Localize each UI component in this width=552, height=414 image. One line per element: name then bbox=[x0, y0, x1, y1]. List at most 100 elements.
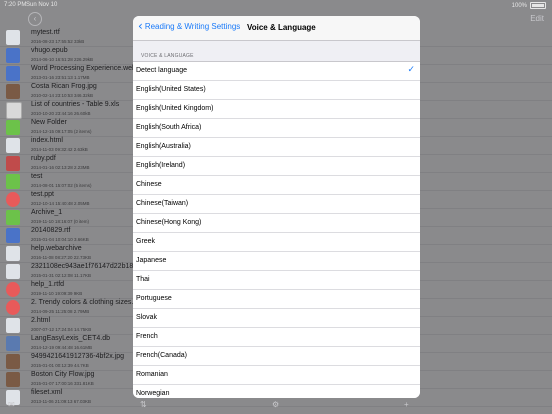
language-label: Thai bbox=[136, 276, 150, 283]
file-meta: 2014-01-16 02:13:28 2.23MB bbox=[31, 165, 90, 170]
language-label: Norwegian bbox=[136, 390, 170, 397]
language-label: French bbox=[136, 333, 158, 340]
language-label: Portuguese bbox=[136, 295, 172, 302]
language-option[interactable]: English(South Africa) bbox=[133, 119, 420, 138]
tools-icon[interactable]: ✉ bbox=[8, 400, 15, 409]
file-meta: 2014-09-25 11:25:08 2.79MB bbox=[31, 309, 90, 314]
language-label: English(United States) bbox=[136, 86, 206, 93]
section-header: VOICE & LANGUAGE bbox=[141, 53, 194, 59]
language-list: Detect language ✓ English(United States) En… bbox=[133, 61, 420, 398]
language-option[interactable]: Slovak bbox=[133, 309, 420, 328]
file-name: Archive_1 bbox=[31, 209, 63, 216]
file-name: vhugo.epub bbox=[31, 47, 68, 54]
file-name: index.html bbox=[31, 137, 63, 144]
file-generic-icon bbox=[6, 264, 20, 279]
file-name: New Folder bbox=[31, 119, 67, 126]
language-option[interactable]: English(United Kingdom) bbox=[133, 100, 420, 119]
file-name: 9499421641912736-4bf2x.jpg bbox=[31, 353, 125, 360]
language-option[interactable]: Norwegian bbox=[133, 385, 420, 398]
file-meta: 2013-01-16 23:51:13 1.17MB bbox=[31, 75, 90, 80]
file-doc-icon bbox=[6, 228, 20, 243]
chevron-left-icon: ‹ bbox=[138, 19, 143, 33]
edit-button[interactable]: Edit bbox=[530, 14, 544, 23]
battery-icon bbox=[530, 2, 546, 9]
file-generic-icon bbox=[6, 30, 20, 45]
file-meta: 2010-02-14 23:10:53 346.32kB bbox=[31, 93, 94, 98]
file-help-icon bbox=[6, 300, 20, 315]
status-time: 7:20 PM bbox=[4, 2, 27, 8]
language-option[interactable]: Chinese(Hong Kong) bbox=[133, 214, 420, 233]
language-option[interactable]: Romanian bbox=[133, 366, 420, 385]
file-generic-icon bbox=[6, 138, 20, 153]
file-name: LangEasyLexis_CET4.db bbox=[31, 335, 110, 342]
file-meta: 2014-11-03 09:32:42 2.63kB bbox=[31, 147, 88, 152]
file-meta: 2010-10-20 23:44:16 26.60kB bbox=[31, 111, 91, 116]
language-option[interactable]: Japanese bbox=[133, 252, 420, 271]
file-folder-icon bbox=[6, 174, 20, 189]
file-meta: 2016-08-23 17:55:52 33kB bbox=[31, 39, 85, 44]
file-name: help.webarchive bbox=[31, 245, 82, 252]
language-label: English(Australia) bbox=[136, 143, 191, 150]
language-label: Romanian bbox=[136, 371, 168, 378]
file-name: ruby.pdf bbox=[31, 155, 56, 162]
language-option[interactable]: Greek bbox=[133, 233, 420, 252]
language-option[interactable]: French(Canada) bbox=[133, 347, 420, 366]
language-label: English(South Africa) bbox=[136, 124, 202, 131]
language-label: Greek bbox=[136, 238, 156, 245]
file-name: Costa Rican Frog.jpg bbox=[31, 83, 97, 90]
file-meta: 2014-12-15 09:17:05 (2 items) bbox=[31, 129, 92, 134]
language-label: English(United Kingdom) bbox=[136, 105, 214, 112]
file-meta: 2019-11-10 19:09:39 9KB bbox=[31, 291, 83, 296]
file-name: help_1.rtfd bbox=[31, 281, 65, 288]
file-meta: 2014-12-19 09:44:48 16.61MB bbox=[31, 345, 93, 350]
file-name: 2. Trendy colors & clothing sizes.pdf bbox=[31, 299, 144, 306]
back-button[interactable]: ‹ Reading & Writing Settings bbox=[138, 19, 241, 33]
back-button-label: Reading & Writing Settings bbox=[144, 21, 241, 31]
file-image-icon bbox=[6, 84, 20, 99]
file-meta: 2016-11-08 08:27:20 22.73KB bbox=[31, 255, 91, 260]
language-label: Chinese(Taiwan) bbox=[136, 200, 189, 207]
file-xls-icon bbox=[6, 102, 22, 119]
language-option[interactable]: English(Ireland) bbox=[133, 157, 420, 176]
battery-indicator: 100% bbox=[512, 2, 546, 9]
language-label: Detect language bbox=[136, 67, 187, 74]
back-icon[interactable]: ‹ bbox=[28, 12, 42, 26]
file-folder-icon bbox=[6, 120, 20, 135]
language-label: Japanese bbox=[136, 257, 167, 264]
language-option[interactable]: English(United States) bbox=[133, 81, 420, 100]
file-doc-icon bbox=[6, 48, 20, 63]
language-option[interactable]: French bbox=[133, 328, 420, 347]
file-pdf-icon bbox=[6, 156, 20, 171]
file-meta: 2015-01-07 17:00:16 331.81KB bbox=[31, 381, 94, 386]
modal-title: Voice & Language bbox=[247, 23, 316, 32]
file-help-icon bbox=[6, 192, 20, 207]
modal-navbar: ‹ Reading & Writing Settings Voice & Lan… bbox=[133, 16, 420, 41]
file-meta: 2015-01-01 00:12:39 44.7KB bbox=[31, 363, 89, 368]
language-option[interactable]: Detect language ✓ bbox=[133, 62, 420, 81]
file-generic-icon bbox=[6, 246, 20, 261]
language-label: French(Canada) bbox=[136, 352, 187, 359]
language-option[interactable]: English(Australia) bbox=[133, 138, 420, 157]
add-icon[interactable]: + bbox=[404, 400, 409, 409]
file-name: test bbox=[31, 173, 43, 180]
language-option[interactable]: Chinese(Taiwan) bbox=[133, 195, 420, 214]
status-date: Sun Nov 10 bbox=[26, 2, 58, 8]
settings-icon[interactable]: ⚙ bbox=[272, 400, 279, 409]
sort-icon[interactable]: ⇅ bbox=[140, 400, 147, 409]
language-label: Chinese(Hong Kong) bbox=[136, 219, 202, 226]
file-name: Boston City Flow.jpg bbox=[31, 371, 95, 378]
file-name: 2.html bbox=[31, 317, 51, 324]
file-help-icon bbox=[6, 282, 20, 297]
language-label: Chinese bbox=[136, 181, 162, 188]
language-option[interactable]: Chinese bbox=[133, 176, 420, 195]
checkmark-icon: ✓ bbox=[407, 65, 415, 75]
status-bar: 7:20 PM Sun Nov 10 100% bbox=[0, 0, 552, 10]
file-folder-icon bbox=[6, 210, 20, 225]
file-name: fileset.xml bbox=[31, 389, 63, 396]
language-option[interactable]: Thai bbox=[133, 271, 420, 290]
file-image-icon bbox=[6, 372, 20, 387]
language-option[interactable]: Portuguese bbox=[133, 290, 420, 309]
file-meta: 2015-01-31 02:12:08 11.17KB bbox=[31, 273, 91, 278]
file-name: 20140829.rtf bbox=[31, 227, 71, 234]
language-label: Slovak bbox=[136, 314, 158, 321]
